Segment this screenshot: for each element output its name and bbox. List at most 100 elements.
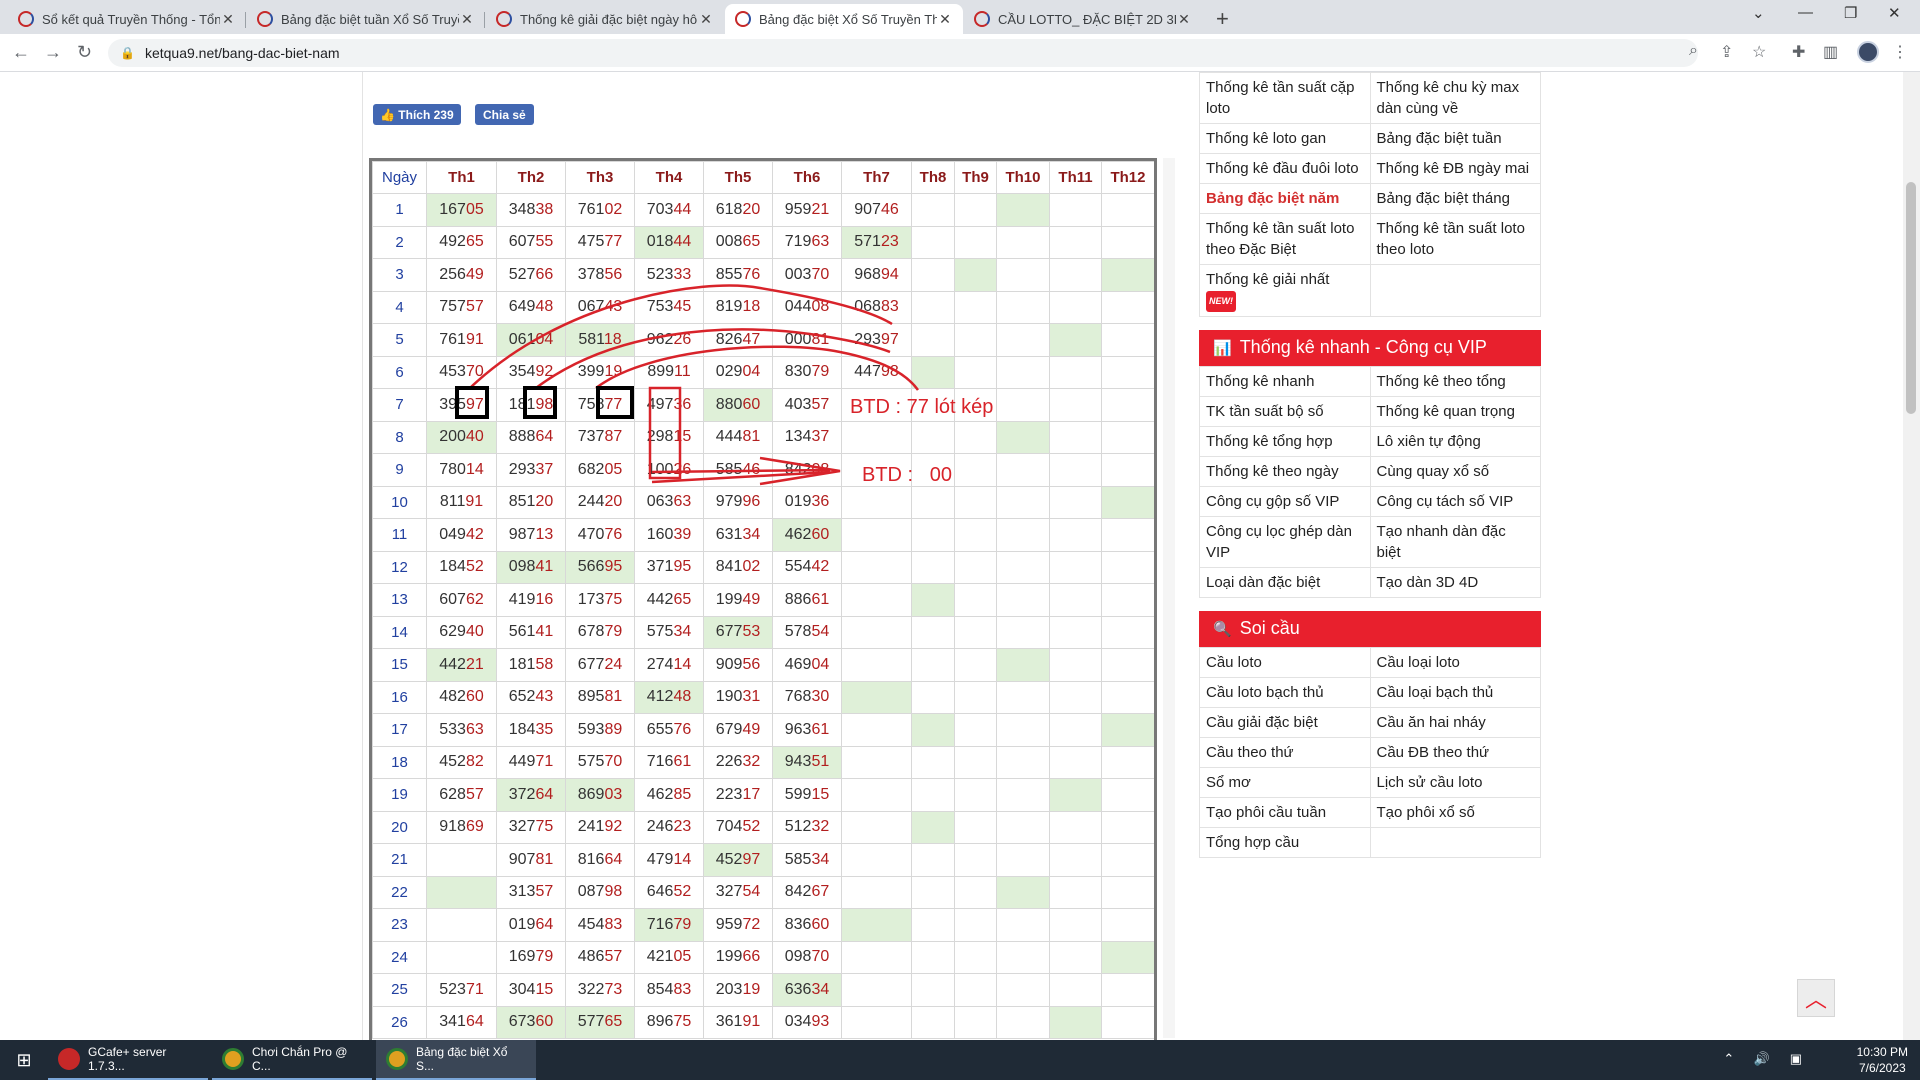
sidebar-link[interactable]: Thống kê tần suất loto theo loto [1369,213,1541,265]
prize-cell: 01844 [634,225,704,259]
sidebar-link[interactable]: Thống kê theo ngày [1199,455,1371,487]
prize-cell [911,355,955,389]
prize-cell: 76102 [565,193,635,227]
prize-cell [996,680,1050,714]
prize-cell: 88060 [703,388,773,422]
prize-cell [954,258,997,292]
facebook-share-button[interactable]: Chia sẻ [475,104,534,125]
prize-cell [911,778,955,812]
sidebar-link[interactable]: Sổ mơ [1199,766,1371,798]
sidebar-link[interactable]: Thống kê giải nhất NEW! [1199,264,1371,317]
prize-cell: 10026 [634,453,704,487]
sidebar-link[interactable]: Thống kê quan trọng [1369,395,1541,427]
url-bar[interactable]: 🔒 ketqua9.net/bang-dac-biet-nam [108,39,1698,67]
sidebar-link[interactable]: Tạo nhanh dàn đặc biệt [1369,515,1541,568]
sidebar-link[interactable]: Thống kê tần suất loto theo Đặc Biệt [1199,213,1371,265]
prize-cell: 29397 [841,323,912,357]
sidebar-link[interactable]: Cùng quay xổ số [1369,455,1541,487]
sidebar-link[interactable]: Tạo phôi cầu tuần [1199,796,1371,828]
close-tab-icon[interactable]: ✕ [1176,11,1192,28]
sidebar-link[interactable]: Lô xiên tự động [1369,425,1541,457]
table-scrollbar[interactable] [1163,158,1175,1038]
sidebar-link[interactable]: Cầu loại bạch thủ [1369,676,1541,708]
sidebar-link[interactable]: Thống kê nhanh [1199,365,1371,397]
prize-cell [1049,583,1102,617]
browser-tab-active[interactable]: Bảng đặc biệt Xổ Số Truyền Thốn ✕ [725,4,963,34]
prize-cell [1049,875,1102,909]
sidebar-link[interactable]: Công cụ lọc ghép dàn VIP [1199,515,1371,568]
windows-start-icon[interactable]: ⊞ [0,1040,48,1080]
close-tab-icon[interactable]: ✕ [937,11,953,28]
system-tray-icons[interactable]: ⌃ 🔊 ▣ [1723,1051,1810,1067]
profile-avatar[interactable] [1857,41,1879,63]
sidebar-link[interactable]: Thống kê tổng hợp [1199,425,1371,457]
sidebar-link[interactable]: Thống kê chu kỳ max dàn cùng về [1369,72,1541,124]
sidebar-link[interactable]: Cầu theo thứ [1199,736,1371,768]
zoom-icon[interactable]: ⌕ [1689,42,1698,60]
sidebar-link[interactable]: Thống kê theo tổng [1369,365,1541,397]
new-tab-icon[interactable]: + [1216,6,1229,32]
close-tab-icon[interactable]: ✕ [698,11,714,28]
reload-icon[interactable]: ↻ [77,42,92,63]
back-icon[interactable]: ← [12,42,30,63]
sidebar-link[interactable]: Cầu giải đặc biệt [1199,706,1371,738]
sidebar-link[interactable]: Cầu loại loto [1369,646,1541,678]
prize-cell [1101,355,1154,389]
close-window-icon[interactable]: ✕ [1888,4,1901,22]
sidebar-link[interactable]: Thống kê tần suất cặp loto [1199,72,1371,124]
prize-cell [841,843,912,877]
sidebar-link[interactable]: Công cụ gộp số VIP [1199,485,1371,517]
share-icon[interactable]: ⇪ [1720,42,1733,62]
prize-cell: 89675 [634,1005,704,1039]
browser-tab[interactable]: Bảng đặc biệt tuần Xổ Số Truyền ✕ [247,4,485,34]
forward-icon[interactable]: → [44,42,62,63]
sidebar-link[interactable]: Cầu ĐB theo thứ [1369,736,1541,768]
prize-cell [996,485,1050,519]
prize-cell [996,713,1050,747]
sidebar-link[interactable]: Loại dàn đặc biệt [1199,566,1371,598]
table-row: 11 04942 98713 47076 16039 63134 46260 [372,518,1154,552]
bookmark-star-icon[interactable]: ☆ [1752,42,1766,62]
tab-search-icon[interactable]: ⌄ [1752,4,1765,22]
day-cell: 26 [372,1005,427,1039]
prize-cell [1101,680,1154,714]
maximize-icon[interactable]: ❐ [1844,4,1857,22]
taskbar-item-chan[interactable]: Chơi Chắn Pro @ C... [212,1040,372,1080]
facebook-like-button[interactable]: 👍 Thích 239 [373,104,461,125]
sidebar-link[interactable]: Bảng đặc biệt tháng [1369,183,1541,214]
sidebar-link[interactable]: Tạo phôi xổ số [1369,796,1541,828]
menu-icon[interactable]: ⋮ [1892,42,1908,62]
prize-cell: 88661 [772,583,842,617]
sidebar-link[interactable]: Lịch sử cầu loto [1369,766,1541,798]
sidebar-link[interactable]: TK tần suất bộ số [1199,395,1371,427]
prize-cell: 46285 [634,778,704,812]
prize-cell [841,778,912,812]
close-tab-icon[interactable]: ✕ [220,11,236,28]
taskbar-item-gcafe[interactable]: GCafe+ server 1.7.3... [48,1040,208,1080]
taskbar-item-bangdacbiet[interactable]: Bảng đặc biệt Xổ S... [376,1040,536,1080]
sidebar-link[interactable]: Tạo dàn 3D 4D [1369,566,1541,598]
sidebar-link[interactable]: Thống kê ĐB ngày mai [1369,153,1541,184]
scroll-to-top-button[interactable]: ︿ [1797,979,1835,1017]
side-panel-icon[interactable]: ▥ [1823,42,1838,62]
browser-tab[interactable]: Sổ kết quả Truyền Thống - Tổng ✕ [8,4,246,34]
page-scrollbar-thumb[interactable] [1906,182,1916,414]
prize-cell: 83660 [772,908,842,942]
extensions-icon[interactable]: ✚ [1792,42,1805,62]
sidebar-link[interactable]: Bảng đặc biệt năm [1199,183,1371,214]
sidebar-link[interactable]: Công cụ tách số VIP [1369,485,1541,517]
prize-cell [1049,193,1102,227]
sidebar-link[interactable]: Cầu loto bạch thủ [1199,676,1371,708]
sidebar-link[interactable]: Thống kê loto gan [1199,123,1371,154]
close-tab-icon[interactable]: ✕ [459,11,475,28]
sidebar-link[interactable]: Bảng đặc biệt tuần [1369,123,1541,154]
browser-tab[interactable]: CẦU LOTTO_ ĐẶC BIỆT 2D 3D 4D✕ [964,4,1202,34]
sidebar-link[interactable]: Thống kê đầu đuôi loto [1199,153,1371,184]
sidebar-link[interactable]: Cầu ăn hai nháy [1369,706,1541,738]
sidebar-link[interactable]: Cầu loto [1199,646,1371,678]
browser-tab[interactable]: Thống kê giải đặc biệt ngày hôm ✕ [486,4,724,34]
prize-cell: 67360 [496,1005,566,1039]
sidebar-link[interactable]: Tổng hợp cầu [1199,826,1371,858]
minimize-icon[interactable]: — [1798,4,1813,21]
clock[interactable]: 10:30 PM 7/6/2023 [1857,1044,1908,1076]
